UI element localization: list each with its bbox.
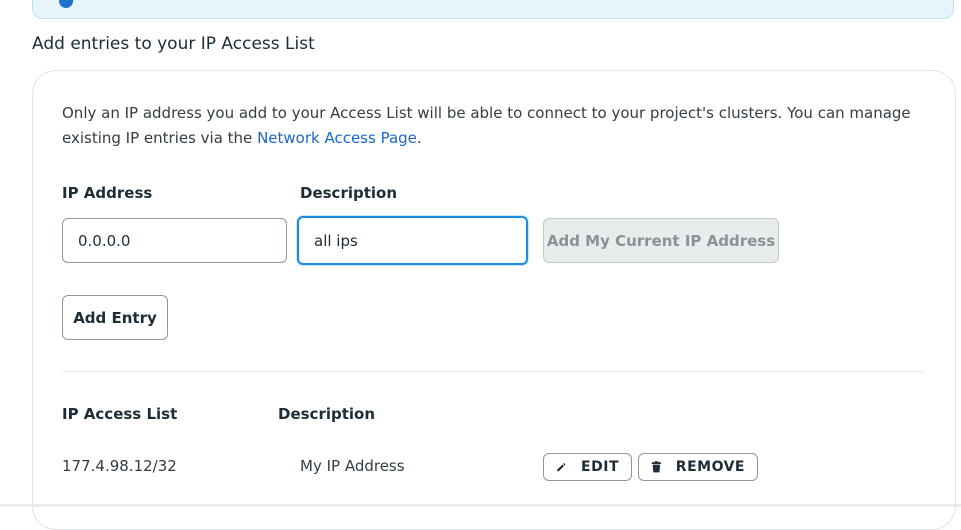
ip-address-input[interactable] bbox=[62, 218, 287, 263]
intro-text: Only an IP address you add to your Acces… bbox=[62, 101, 942, 151]
description-header: Description bbox=[278, 405, 376, 423]
edit-label: EDIT bbox=[581, 459, 619, 475]
intro-suffix: . bbox=[416, 129, 422, 147]
pencil-icon bbox=[557, 463, 566, 472]
network-access-link[interactable]: Network Access Page bbox=[257, 129, 417, 147]
remove-label: REMOVE bbox=[675, 459, 745, 475]
edit-button[interactable]: EDIT bbox=[543, 453, 632, 481]
trash-icon bbox=[651, 461, 662, 473]
add-current-ip-button[interactable]: Add My Current IP Address bbox=[543, 218, 779, 263]
section-title: Add entries to your IP Access List bbox=[32, 34, 315, 54]
remove-button[interactable]: REMOVE bbox=[638, 453, 758, 481]
info-banner bbox=[32, 0, 954, 19]
ip-access-list-header: IP Access List bbox=[62, 405, 178, 423]
description-input[interactable] bbox=[297, 216, 528, 265]
add-entry-button[interactable]: Add Entry bbox=[62, 295, 168, 340]
description-label: Description bbox=[300, 184, 398, 202]
intro-body: Only an IP address you add to your Acces… bbox=[62, 104, 911, 147]
row-description: My IP Address bbox=[300, 457, 405, 475]
ip-address-label: IP Address bbox=[62, 184, 153, 202]
row-ip: 177.4.98.12/32 bbox=[62, 457, 177, 475]
info-icon bbox=[59, 0, 73, 8]
divider bbox=[62, 371, 925, 372]
